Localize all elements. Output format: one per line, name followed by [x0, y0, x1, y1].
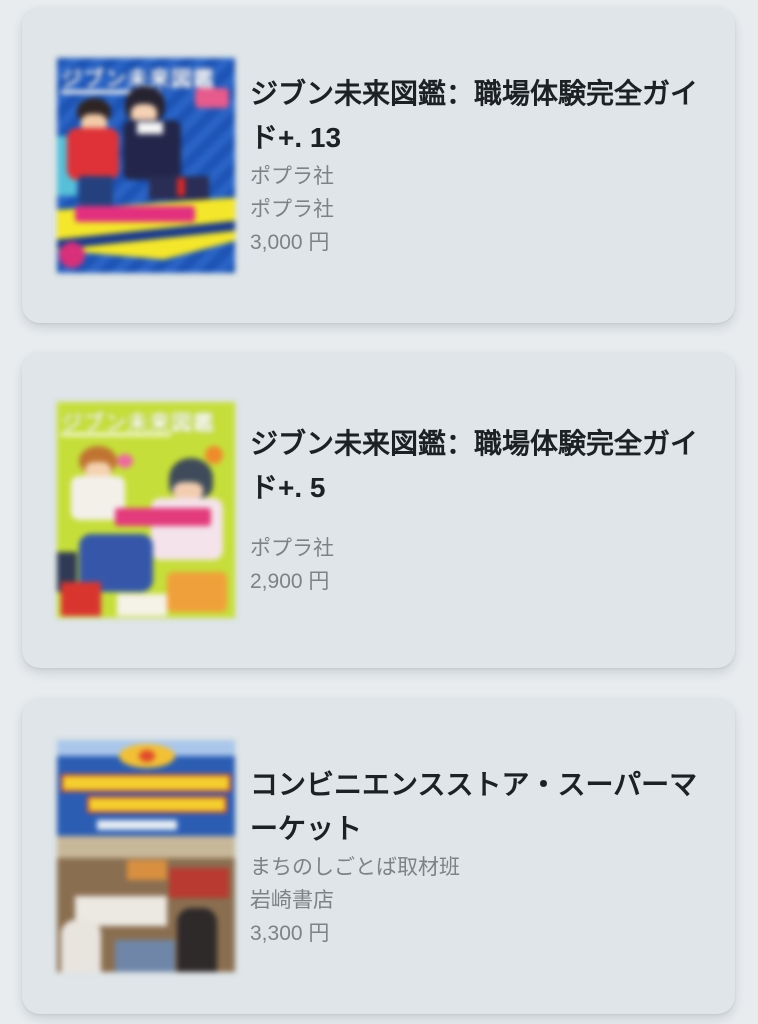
book-price: 3,000 円 — [250, 230, 330, 254]
cover-magenta-circle — [59, 241, 85, 268]
cover-pink-accent — [117, 454, 133, 468]
cover-slogan-bar — [75, 205, 195, 222]
cover-title-underline — [61, 433, 171, 436]
cover-slogan-bar — [115, 508, 211, 526]
book-info: ジブン未来図鑑：職場体験完全ガイド+. 13 ポプラ社 ポプラ社 3,000 円 — [250, 72, 710, 259]
cover-orange-item — [167, 572, 227, 612]
store-cabinet — [115, 940, 175, 972]
cover-white-item — [117, 594, 167, 616]
book-list[interactable]: ジブン未来図鑑 ジブン未来図鑑：職場体験完全ガイド+. 13 ポプラ社 ポプラ社… — [0, 0, 758, 1024]
cover-badge — [195, 87, 229, 108]
store-goods — [127, 860, 167, 880]
book-publisher: 岩崎書店 — [250, 888, 334, 912]
cover-red-item — [61, 582, 101, 616]
cover-badge-center — [139, 750, 155, 762]
book-publisher: ポプラ社 — [250, 537, 334, 560]
store-shelf — [169, 868, 229, 898]
book-author — [250, 510, 710, 532]
store-person — [177, 908, 217, 972]
cover-title-bar — [61, 774, 231, 792]
store-person — [61, 920, 101, 972]
cover-title-bar — [87, 796, 227, 813]
book-cover-image: ジブン未来図鑑 — [57, 57, 235, 273]
book-publisher: ポプラ社 — [250, 197, 334, 221]
book-card[interactable]: ジブン未来図鑑 ジブン未来図鑑：職場体験完全ガイド+. 5 ポプラ社 2,900… — [22, 352, 735, 668]
book-price: 3,300 円 — [250, 921, 330, 945]
character-legs — [79, 175, 113, 206]
cover-subtitle-band — [97, 820, 177, 830]
book-card[interactable]: ジブン未来図鑑 ジブン未来図鑑：職場体験完全ガイド+. 13 ポプラ社 ポプラ社… — [22, 7, 735, 323]
book-author: ポプラ社 — [250, 164, 334, 188]
book-title: ジブン未来図鑑：職場体験完全ガイド+. 5 — [250, 428, 699, 503]
book-cover-image — [57, 740, 235, 972]
book-price: 2,900 円 — [250, 570, 330, 593]
character-shirt — [67, 127, 119, 180]
book-cover-image: ジブン未来図鑑 — [57, 402, 235, 618]
book-info: ジブン未来図鑑：職場体験完全ガイド+. 5 ポプラ社 2,900 円 — [250, 422, 710, 598]
character-collar — [137, 121, 163, 134]
book-title: ジブン未来図鑑：職場体験完全ガイド+. 13 — [250, 77, 699, 153]
cover-red-accent — [177, 177, 185, 196]
book-card[interactable]: コンビニエンスストア・スーパーマーケット まちのしごとば取材班 岩崎書店 3,3… — [22, 698, 735, 1014]
book-title: コンビニエンスストア・スーパーマーケット — [250, 768, 698, 844]
store-ceiling — [57, 836, 235, 858]
cover-volume-circle — [205, 446, 223, 464]
book-info: コンビニエンスストア・スーパーマーケット まちのしごとば取材班 岩崎書店 3,3… — [250, 763, 710, 950]
book-author: まちのしごとば取材班 — [250, 855, 460, 879]
